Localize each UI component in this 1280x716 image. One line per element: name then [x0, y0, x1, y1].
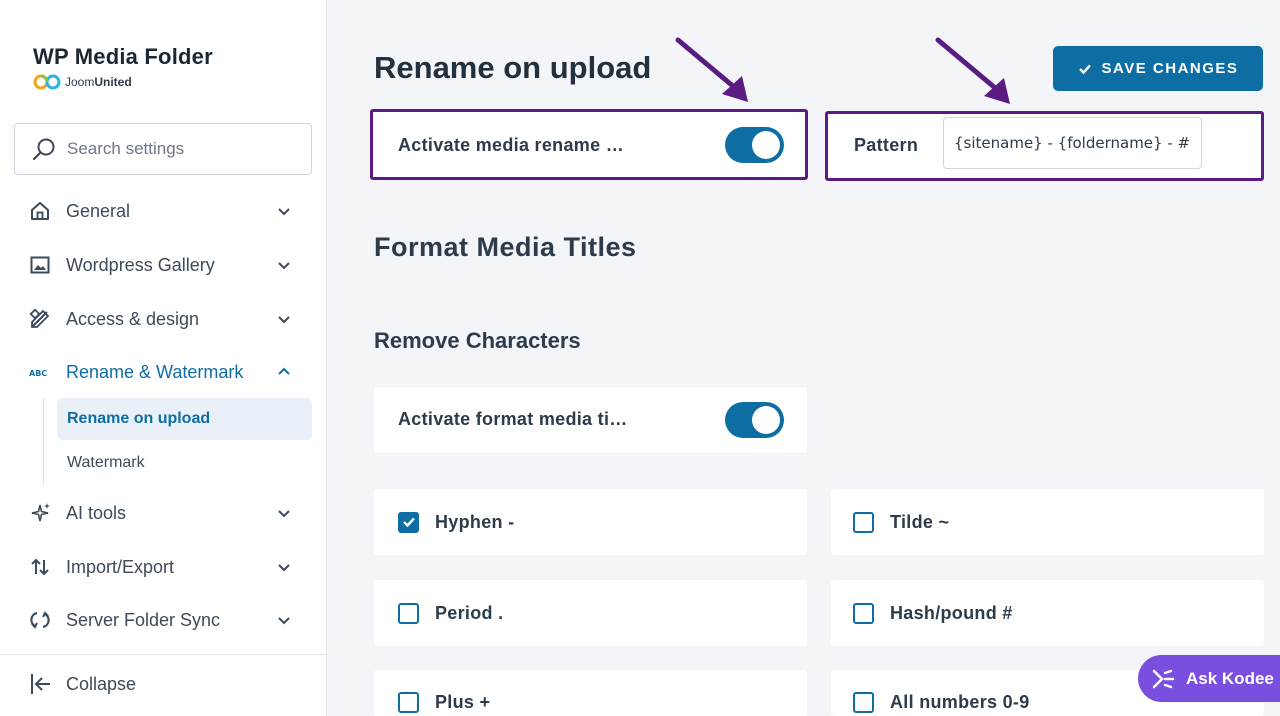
subnav-item-label: Watermark: [67, 454, 145, 471]
option-label: Period .: [435, 602, 504, 623]
rename-toggle-label: Activate media rename …: [398, 135, 624, 155]
rename-toggle-card: Activate media rename …: [370, 109, 808, 180]
brand-title: WP Media Folder: [33, 44, 213, 69]
sidebar-item-import-export[interactable]: Import/Export: [28, 552, 298, 582]
option-card[interactable]: Hash/pound #: [831, 580, 1264, 646]
collapse-bar: Collapse: [0, 654, 327, 716]
design-tools-icon: [28, 307, 52, 331]
pattern-label: Pattern: [854, 135, 919, 155]
sidebar-item-label: Import/Export: [66, 556, 175, 577]
sidebar-item-access-design[interactable]: Access & design: [28, 304, 298, 334]
subnav-line: [43, 398, 44, 484]
option-card[interactable]: Period .: [374, 580, 807, 646]
option-label: All numbers 0-9: [890, 692, 1030, 712]
subnav-item-label: Rename on upload: [67, 410, 211, 427]
collapse-button[interactable]: Collapse: [28, 671, 136, 697]
search-box[interactable]: [14, 123, 312, 175]
chevron-down-icon: [278, 208, 290, 216]
svg-text:ABC: ABC: [29, 369, 47, 378]
format-toggle[interactable]: [725, 402, 784, 438]
sync-icon: [28, 608, 52, 632]
sidebar-item-label: Rename & Watermark: [66, 361, 244, 382]
sidebar-item-label: AI tools: [66, 502, 127, 523]
checkbox-tilde[interactable]: [853, 511, 874, 533]
section-title: Format Media Titles: [374, 232, 637, 262]
page-title: Rename on upload: [374, 50, 652, 85]
collapse-label: Collapse: [66, 673, 137, 694]
sidebar-item-label: Wordpress Gallery: [66, 254, 215, 275]
sidebar-item-general[interactable]: General: [28, 196, 298, 226]
chevron-down-icon: [278, 262, 290, 270]
import-export-icon: [28, 555, 52, 579]
pattern-input[interactable]: [943, 117, 1202, 169]
option-label: Plus +: [435, 692, 491, 712]
sidebar-item-label: General: [66, 200, 131, 221]
sidebar-item-ai-tools[interactable]: AI tools: [28, 498, 298, 528]
option-card[interactable]: Tilde ~: [831, 489, 1264, 555]
save-label: SAVE CHANGES: [1101, 60, 1239, 77]
sidebar: WP Media Folder JoomUnited General Wordp…: [0, 0, 327, 716]
chevron-down-icon: [278, 510, 290, 518]
subsection-title: Remove Characters: [374, 328, 581, 353]
checkbox-hyphen[interactable]: [398, 511, 419, 533]
save-changes-button[interactable]: SAVE CHANGES: [1053, 46, 1263, 91]
pattern-card: Pattern: [825, 111, 1264, 181]
brand: WP Media Folder Joom United: [33, 44, 213, 90]
sidebar-item-label: Access & design: [66, 308, 200, 329]
format-toggle-label: Activate format media ti…: [398, 409, 628, 429]
search-icon: [32, 138, 55, 161]
abc-icon: ABC: [28, 360, 52, 384]
chevron-down-icon: [278, 316, 290, 324]
brand-sub-light: Joom: [65, 75, 95, 89]
sidebar-item-server-folder-sync[interactable]: Server Folder Sync: [28, 605, 298, 635]
brand-sub-bold: United: [94, 75, 132, 89]
ask-kodee-label: Ask Kodee: [1186, 668, 1274, 688]
ask-kodee-button[interactable]: Ask Kodee: [1138, 655, 1280, 702]
option-label: Hyphen -: [435, 511, 515, 532]
search-input[interactable]: [67, 139, 287, 159]
kodee-icon: [1152, 669, 1175, 688]
check-icon: [1078, 64, 1091, 74]
sidebar-item-label: Server Folder Sync: [66, 609, 221, 630]
collapse-icon: [31, 674, 50, 694]
joomunited-logo-icon: [33, 74, 61, 90]
chevron-down-icon: [278, 564, 290, 572]
subnav-item-watermark[interactable]: Watermark: [57, 442, 312, 484]
option-label: Tilde ~: [890, 511, 950, 532]
chevron-up-icon: [278, 367, 290, 375]
arrow-annotation-icon: [675, 37, 748, 102]
image-icon: [28, 253, 52, 277]
sidebar-item-rename-watermark[interactable]: ABC Rename & Watermark: [28, 357, 298, 387]
option-card[interactable]: Hyphen -: [374, 489, 807, 555]
checkbox-all-numbers[interactable]: [853, 692, 874, 713]
checkbox-period[interactable]: [398, 602, 419, 624]
home-icon: [28, 199, 52, 223]
option-card[interactable]: Plus +: [374, 670, 807, 716]
checkbox-plus[interactable]: [398, 692, 419, 713]
check-icon: [402, 517, 415, 528]
chevron-down-icon: [278, 617, 290, 625]
subnav-item-rename-on-upload[interactable]: Rename on upload: [57, 398, 312, 440]
brand-subtitle: Joom United: [33, 74, 213, 90]
checkbox-hash[interactable]: [853, 602, 874, 624]
arrow-annotation-icon: [935, 37, 1010, 104]
sidebar-item-wordpress-gallery[interactable]: Wordpress Gallery: [28, 250, 298, 280]
option-label: Hash/pound #: [890, 602, 1013, 623]
format-toggle-card: Activate format media ti…: [374, 387, 807, 453]
rename-toggle[interactable]: [725, 127, 784, 163]
sparkles-icon: [28, 501, 52, 525]
